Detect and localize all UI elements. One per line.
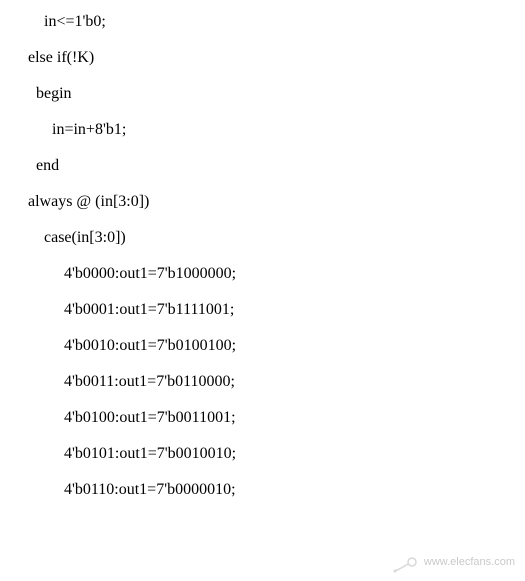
code-line: begin xyxy=(24,76,525,112)
code-line: always @ (in[3:0]) xyxy=(24,184,525,220)
watermark-text: www.elecfans.com xyxy=(424,556,515,568)
code-line: 4'b0100:out1=7'b0011001; xyxy=(24,400,525,436)
code-line: 4'b0010:out1=7'b0100100; xyxy=(24,328,525,364)
watermark: www.elecfans.com xyxy=(392,549,515,575)
code-line: else if(!K) xyxy=(24,40,525,76)
code-line: in<=1'b0; xyxy=(24,4,525,40)
code-line: 4'b0101:out1=7'b0010010; xyxy=(24,436,525,472)
code-line: 4'b0011:out1=7'b0110000; xyxy=(24,364,525,400)
code-block: in<=1'b0; else if(!K) begin in=in+8'b1; … xyxy=(24,4,525,508)
code-line: 4'b0000:out1=7'b1000000; xyxy=(24,256,525,292)
logo-icon xyxy=(392,549,418,575)
code-line: end xyxy=(24,148,525,184)
code-line: case(in[3:0]) xyxy=(24,220,525,256)
code-line: 4'b0001:out1=7'b1111001; xyxy=(24,292,525,328)
code-line: in=in+8'b1; xyxy=(24,112,525,148)
code-line: 4'b0110:out1=7'b0000010; xyxy=(24,472,525,508)
